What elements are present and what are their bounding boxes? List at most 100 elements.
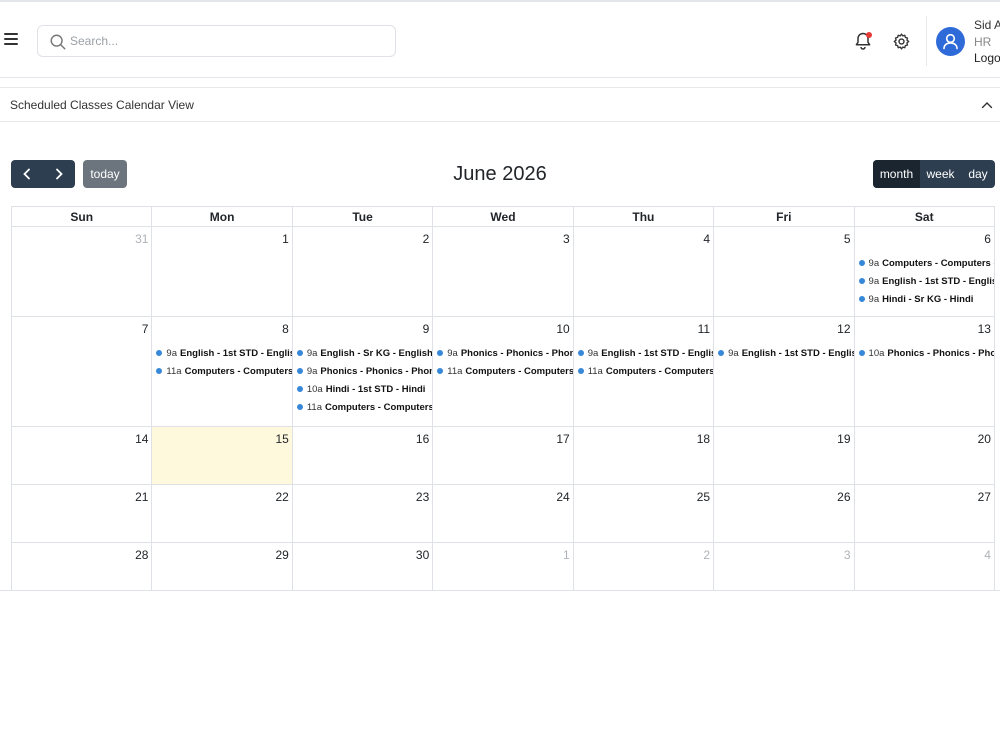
day-view-button[interactable]: day [961, 160, 995, 188]
day-number[interactable]: 2 [703, 548, 710, 562]
day-cell[interactable]: 16 [293, 427, 434, 484]
day-number[interactable]: 7 [142, 322, 149, 336]
day-cell[interactable]: 2 [574, 543, 715, 590]
day-cell[interactable]: 28 [12, 543, 153, 590]
hamburger-menu-icon[interactable] [4, 33, 18, 45]
calendar-event[interactable]: 9aComputers - Computers - Computers [858, 254, 994, 272]
day-number[interactable]: 4 [984, 548, 991, 562]
day-cell[interactable]: 6 9aComputers - Computers - Computers9aEn… [855, 227, 995, 316]
calendar-event[interactable]: 9a English - 1st STD - English [577, 344, 713, 362]
day-number[interactable]: 20 [978, 432, 991, 446]
calendar-event[interactable]: 9a English - 1st STD - English [156, 344, 292, 362]
calendar-event[interactable]: 9a English - Sr KG - English [296, 344, 432, 362]
day-cell[interactable]: 7 [12, 317, 153, 426]
day-cell[interactable]: 3 [433, 227, 574, 316]
calendar-event[interactable]: 10aPhonics - Phonics - Phonics [858, 344, 994, 362]
day-number[interactable]: 23 [416, 490, 429, 504]
day-number[interactable]: 6 [984, 232, 991, 246]
day-cell[interactable]: 27 [855, 485, 995, 542]
day-cell[interactable]: 12 9a English - 1st STD - English [714, 317, 855, 426]
day-cell[interactable]: 30 [293, 543, 434, 590]
search-box[interactable] [37, 25, 396, 57]
day-cell[interactable]: 13 10aPhonics - Phonics - Phonics [855, 317, 995, 426]
day-cell[interactable]: 24 [433, 485, 574, 542]
day-number[interactable]: 25 [697, 490, 710, 504]
day-number[interactable]: 19 [837, 432, 850, 446]
today-button[interactable]: today [83, 160, 127, 188]
day-number[interactable]: 4 [703, 232, 710, 246]
day-cell[interactable]: 26 [714, 485, 855, 542]
day-number[interactable]: 28 [135, 548, 148, 562]
month-view-button[interactable]: month [873, 160, 920, 188]
day-number[interactable]: 2 [423, 232, 430, 246]
day-number[interactable]: 22 [275, 490, 288, 504]
calendar-event[interactable]: 11aComputers - Computers - Computers [577, 362, 713, 380]
day-number[interactable]: 13 [978, 322, 991, 336]
day-number[interactable]: 16 [416, 432, 429, 446]
day-number[interactable]: 1 [282, 232, 289, 246]
day-number[interactable]: 31 [135, 232, 148, 246]
day-cell[interactable]: 25 [574, 485, 715, 542]
day-number[interactable]: 29 [275, 548, 288, 562]
avatar[interactable] [936, 27, 965, 56]
day-number[interactable]: 3 [563, 232, 570, 246]
calendar-event[interactable]: 9aPhonics - Phonics - Phonics [437, 344, 573, 362]
day-number[interactable]: 15 [275, 432, 288, 446]
day-number[interactable]: 14 [135, 432, 148, 446]
week-view-button[interactable]: week [920, 160, 961, 188]
day-number[interactable]: 26 [837, 490, 850, 504]
day-cell[interactable]: 17 [433, 427, 574, 484]
day-cell[interactable]: 4 [574, 227, 715, 316]
calendar-event[interactable]: 9a Hindi - Sr KG - Hindi [858, 290, 994, 308]
prev-button[interactable] [11, 160, 43, 188]
day-cell[interactable]: 5 [714, 227, 855, 316]
day-cell[interactable]: 19 [714, 427, 855, 484]
calendar-event[interactable]: 10a Hindi - 1st STD - Hindi [296, 380, 432, 398]
day-number[interactable]: 12 [837, 322, 850, 336]
day-cell[interactable]: 4 [855, 543, 995, 590]
day-cell[interactable]: 9 9a English - Sr KG - English 9a Phonics - … [293, 317, 434, 426]
day-cell[interactable]: 20 [855, 427, 995, 484]
day-cell[interactable]: 14 [12, 427, 153, 484]
day-cell[interactable]: 1 [152, 227, 293, 316]
day-number[interactable]: 10 [556, 322, 569, 336]
calendar-event[interactable]: 11aComputers - Computers - Computers [156, 362, 292, 380]
day-cell[interactable]: 21 [12, 485, 153, 542]
day-cell[interactable]: 11 9a English - 1st STD - English 11a Comput… [574, 317, 715, 426]
day-number[interactable]: 8 [282, 322, 289, 336]
day-number[interactable]: 18 [697, 432, 710, 446]
day-number[interactable]: 21 [135, 490, 148, 504]
day-number[interactable]: 3 [844, 548, 851, 562]
day-cell[interactable]: 23 [293, 485, 434, 542]
day-cell-today[interactable]: 15 [152, 427, 293, 484]
calendar-event[interactable]: 11aComputers - Computers - Computers [296, 398, 432, 416]
calendar-event[interactable]: 11aComputers - Computers - Computers [437, 362, 573, 380]
calendar-event[interactable]: 9aPhonics - Phonics - Phonics [296, 362, 432, 380]
day-cell[interactable]: 18 [574, 427, 715, 484]
day-number[interactable]: 24 [556, 490, 569, 504]
day-number[interactable]: 11 [698, 322, 710, 336]
day-cell[interactable]: 8 9a English - 1st STD - English 11a Compute… [152, 317, 293, 426]
day-cell[interactable]: 3 [714, 543, 855, 590]
calendar-event[interactable]: 9a English - 1st STD - English [718, 344, 854, 362]
calendar-section-header[interactable]: Scheduled Classes Calendar View [0, 87, 1000, 122]
calendar-event[interactable]: 9a English - 1st STD - English [858, 272, 994, 290]
day-number[interactable]: 30 [416, 548, 429, 562]
day-cell[interactable]: 2 [293, 227, 434, 316]
event-dot [296, 404, 303, 410]
day-cell[interactable]: 10 9aPhonics - Phonics - Phonics11aComput… [433, 317, 574, 426]
gear-icon[interactable] [892, 32, 911, 51]
day-cell[interactable]: 22 [152, 485, 293, 542]
day-number[interactable]: 1 [563, 548, 570, 562]
day-cell[interactable]: 1 [433, 543, 574, 590]
next-button[interactable] [43, 160, 75, 188]
day-number[interactable]: 5 [844, 232, 851, 246]
search-input[interactable] [70, 26, 390, 56]
day-number[interactable]: 17 [556, 432, 569, 446]
day-cell[interactable]: 29 [152, 543, 293, 590]
day-cell[interactable]: 31 [12, 227, 153, 316]
chevron-up-icon[interactable] [981, 99, 993, 111]
week-row: 28 29 30 1 2 3 4 [11, 543, 995, 591]
day-number[interactable]: 27 [978, 490, 991, 504]
day-number[interactable]: 9 [423, 322, 430, 336]
